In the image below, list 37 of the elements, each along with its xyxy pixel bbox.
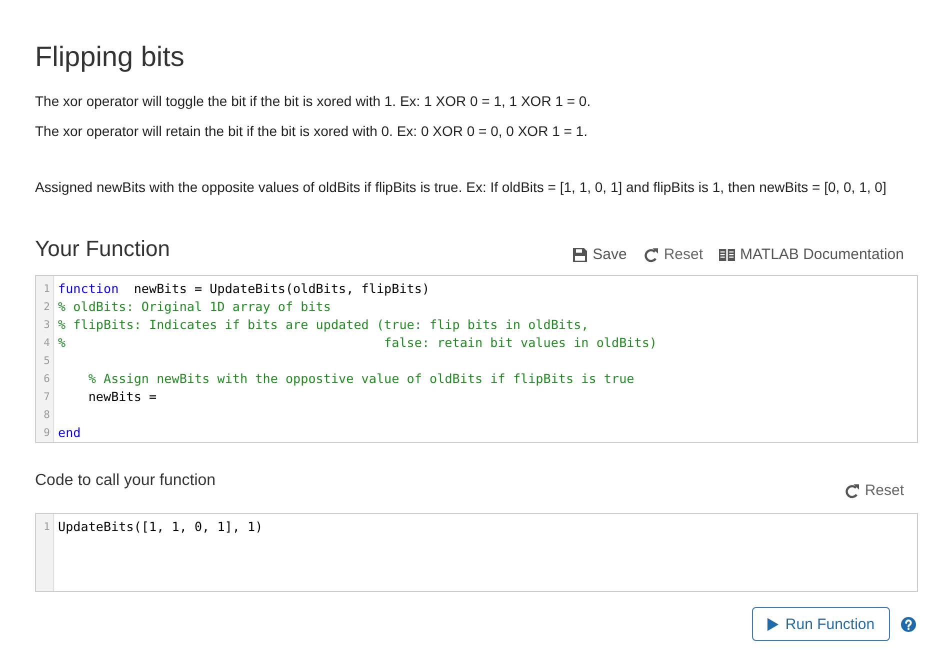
line-number: 3 [42, 318, 51, 333]
code-line: function newBits = UpdateBits(oldBits, flipBits) [58, 281, 430, 296]
documentation-link[interactable]: MATLAB Documentation [719, 246, 904, 264]
code-line: end [58, 425, 81, 440]
play-icon [767, 618, 780, 630]
line-number: 1 [42, 520, 51, 535]
code-line: % oldBits: Original 1D array of bits [58, 299, 331, 314]
save-button[interactable]: Save [572, 246, 627, 264]
run-function-button[interactable]: Run Function [752, 607, 890, 641]
code-line: % flipBits: Indicates if bits are updated (true: flip bits in oldBits, [58, 317, 589, 332]
code-line: % false: retain bit values in oldBits) [58, 335, 657, 350]
description-text: The xor operator will retain the bit if the bit is xored with 0. Ex: 0 XOR 0 = 0, 0 XOR 1 = 1. [35, 122, 588, 140]
line-number: 8 [42, 408, 51, 423]
code-editor[interactable]: 1 UpdateBits([1, 1, 0, 1], 1) [35, 513, 918, 592]
page-title: Flipping bits [35, 40, 186, 74]
line-number: 5 [42, 354, 51, 369]
code-line: newBits = [88, 389, 157, 404]
circular-arrow-icon [642, 247, 659, 263]
reset-button[interactable]: Reset [844, 482, 904, 500]
line-number: 7 [42, 390, 51, 405]
line-number: 6 [42, 372, 51, 387]
line-number: 1 [42, 282, 51, 297]
description-text: The xor operator will toggle the bit if the bit is xored with 1. Ex: 1 XOR 0 = 1, 1 XOR 1 = 0. [35, 92, 592, 110]
save-icon [572, 247, 588, 263]
code-line: % Assign newBits with the oppostive value of oldBits if flipBits is true [88, 371, 634, 386]
help-icon[interactable] [901, 616, 916, 632]
code-line: UpdateBits([1, 1, 0, 1], 1) [58, 519, 263, 534]
section-heading: Your Function [35, 236, 170, 262]
code-editor[interactable] [35, 275, 918, 443]
reset-button[interactable]: Reset [642, 246, 704, 264]
circular-arrow-icon [844, 483, 860, 499]
task-text: Assigned newBits with the opposite values of oldBits if flipBits is true. Ex: If oldBits = [1, 1, 0, 1] and flipBits is 1, then newBits = [0, 0, 1, 0] [35, 178, 888, 196]
line-number: 2 [42, 300, 51, 315]
section-heading: Code to call your function [35, 471, 216, 491]
line-number: 4 [42, 336, 51, 351]
line-number: 9 [42, 426, 51, 441]
book-icon [719, 247, 736, 263]
